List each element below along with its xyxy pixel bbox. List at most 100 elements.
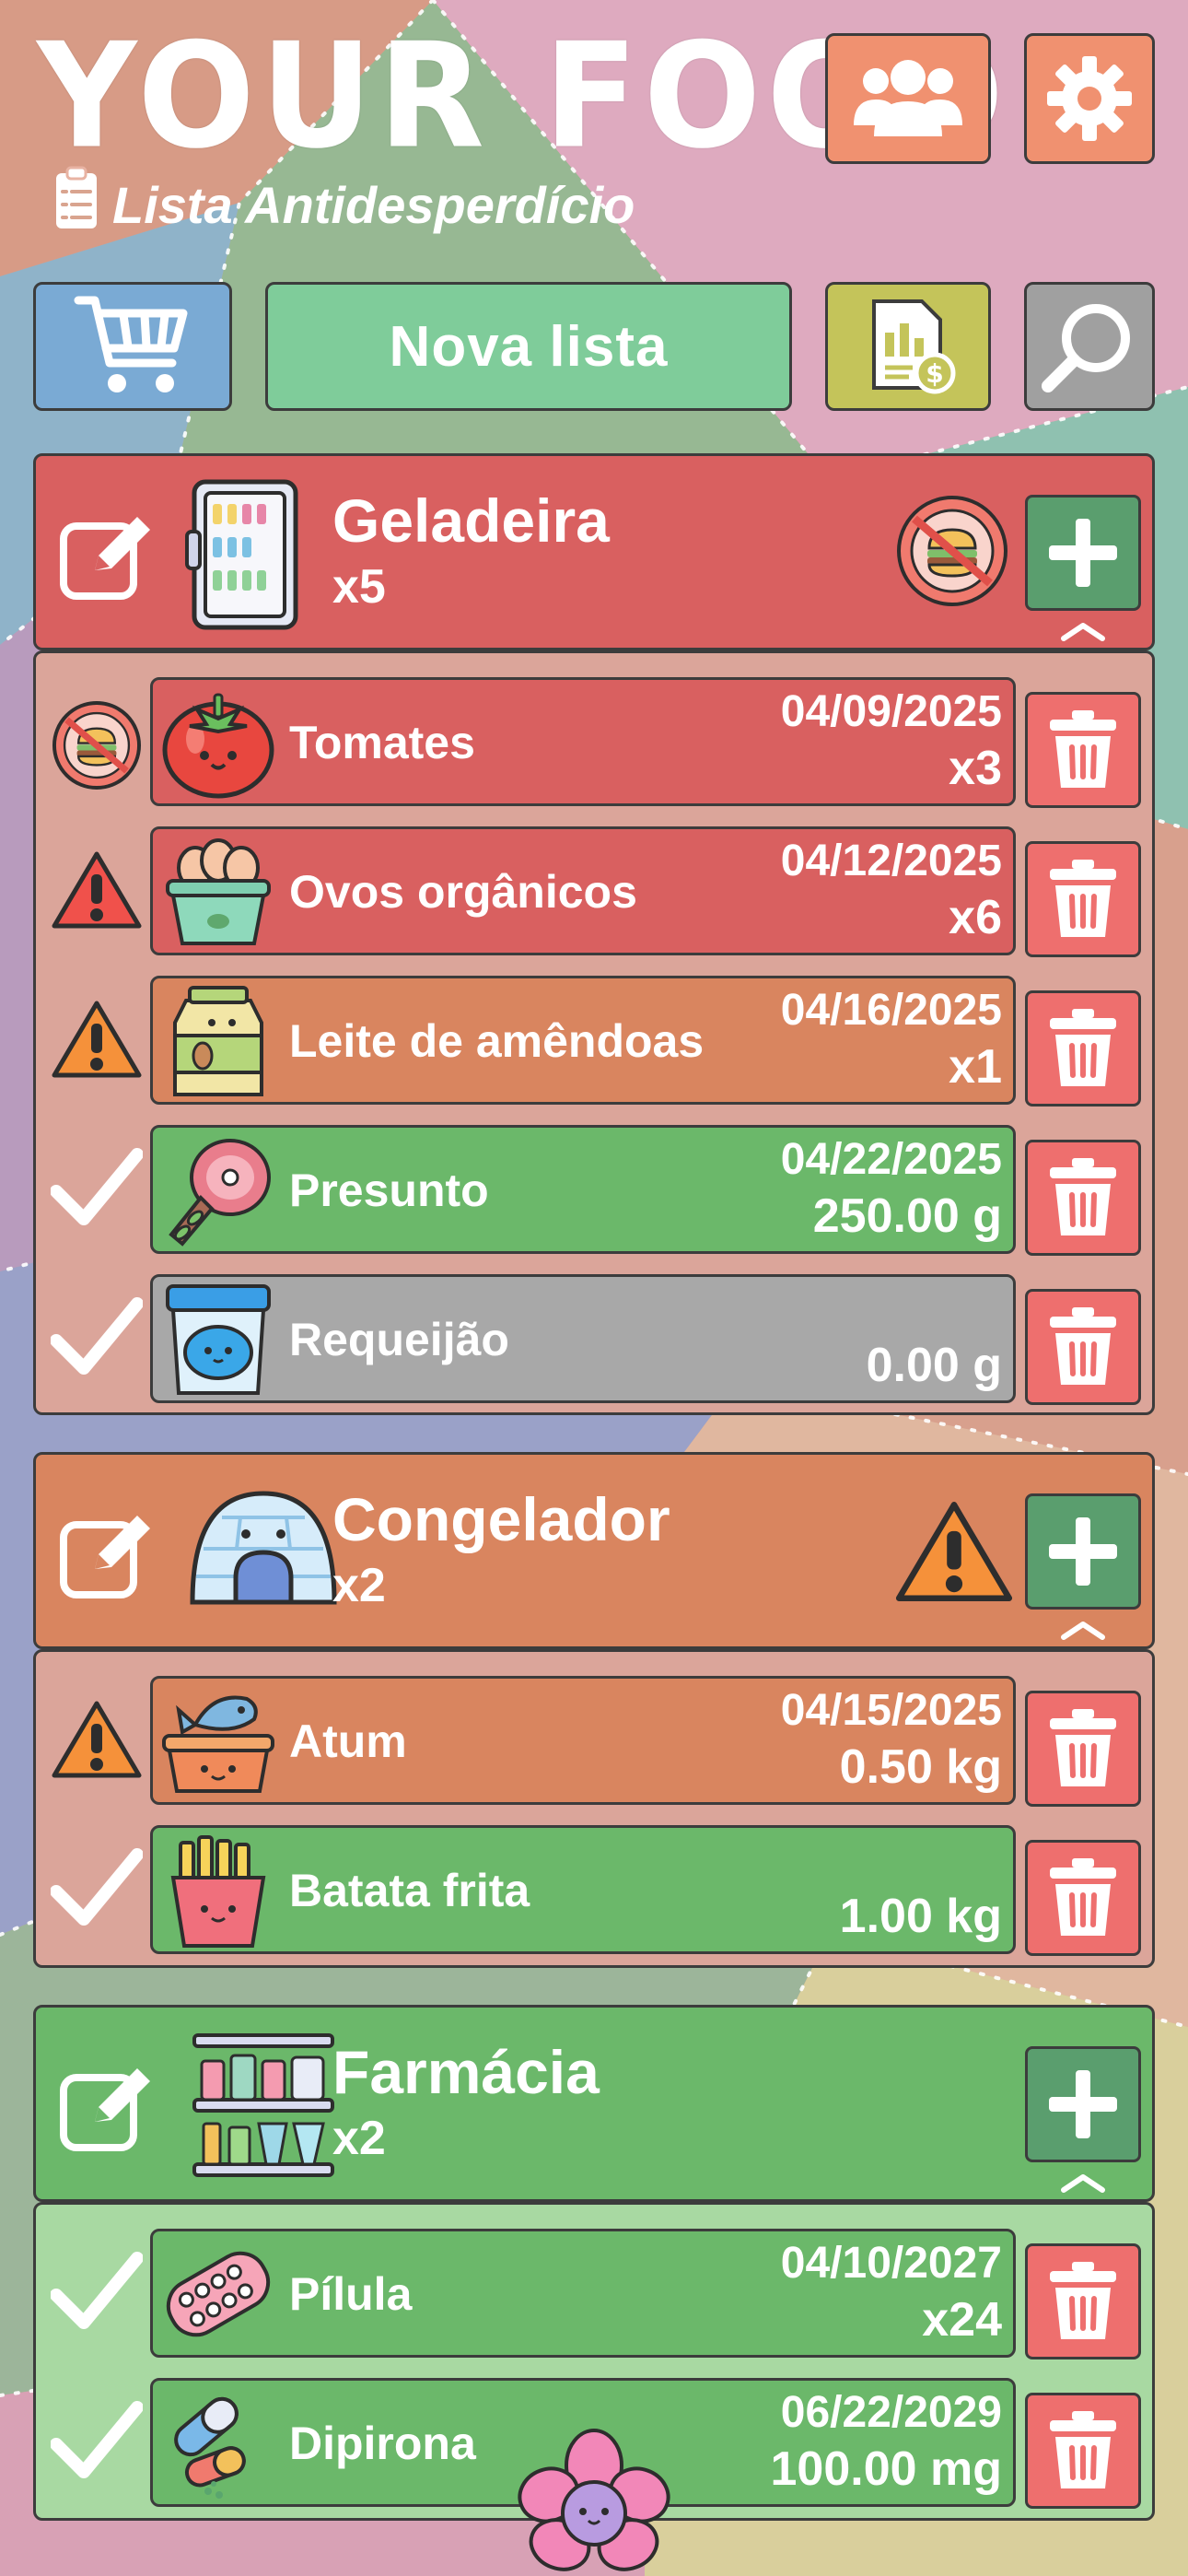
item-date: 04/16/2025 [780,986,1002,1035]
item-card[interactable]: Pílula 04/10/2027 x24 [150,2229,1016,2358]
list-item: Pílula 04/10/2027 x24 [36,2223,1158,2359]
item-card[interactable]: Requeijão 0.00 g [150,1274,1016,1403]
eggs-basket-icon [158,833,278,955]
edit-section-button[interactable] [58,509,159,606]
item-date: 06/22/2029 [780,2388,1002,2437]
trash-icon [1050,860,1116,937]
collapse-button[interactable] [1060,1621,1106,1645]
item-quantity: 0.00 g [866,1339,1002,1392]
checkmark-icon [50,2251,144,2338]
item-card[interactable]: Presunto 04/22/2025 250.00 g [150,1125,1016,1254]
search-icon [1042,304,1130,392]
chevron-up-icon [1061,623,1105,641]
checkmark-icon [50,1296,144,1384]
checkmark-icon [50,1147,144,1235]
delete-item-button[interactable] [1025,692,1141,808]
item-card[interactable]: Ovos orgânicos 04/12/2025 x6 [150,826,1016,955]
edit-section-button[interactable] [58,1508,159,1605]
item-name: Ovos orgânicos [289,866,637,918]
list-item: Requeijão 0.00 g [36,1269,1158,1405]
fridge-icon [185,476,305,638]
section-header-farmacia: Farmácia x2 [33,2005,1155,2202]
item-name: Pílula [289,2268,413,2320]
plus-icon [1049,2070,1117,2138]
new-list-button[interactable]: Nova lista [265,282,792,411]
item-card[interactable]: Batata frita 1.00 kg [150,1825,1016,1954]
section-items-geladeira: Tomates 04/09/2025 x3 Ovos orgânicos 04/… [33,650,1155,1415]
item-quantity: x3 [949,742,1002,795]
milk-carton-icon [158,982,278,1105]
chevron-up-icon [1061,2174,1105,2193]
edit-icon [60,517,150,600]
item-card[interactable]: Tomates 04/09/2025 x3 [150,677,1016,806]
checkmark-icon [50,1847,144,1935]
add-item-button[interactable] [1025,495,1141,611]
item-card[interactable]: Leite de amêndoas 04/16/2025 x1 [150,976,1016,1105]
no-food-icon [894,493,1010,614]
section-items-congelador: Atum 04/15/2025 0.50 kg Batata frita 1.0… [33,1649,1155,1968]
warning-icon [51,1698,143,1786]
pharmacy-shelf-icon [185,2028,342,2189]
trash-icon [1050,1158,1116,1235]
list-item: Ovos orgânicos 04/12/2025 x6 [36,821,1158,957]
plus-icon [1049,1517,1117,1586]
trash-icon [1050,1709,1116,1786]
delete-item-button[interactable] [1025,1691,1141,1807]
item-name: Leite de amêndoas [289,1015,705,1067]
flower-mascot-icon [514,2429,674,2576]
edit-section-button[interactable] [58,2061,159,2158]
delete-item-button[interactable] [1025,841,1141,957]
section-count: x2 [332,2112,386,2165]
gear-icon [1047,56,1132,141]
warning-icon [51,998,143,1085]
add-item-button[interactable] [1025,2046,1141,2162]
tuna-can-icon [158,1682,278,1805]
item-name: Dipirona [289,2418,476,2469]
delete-item-button[interactable] [1025,2393,1141,2509]
settings-button[interactable] [1024,33,1155,164]
pill-blister-icon [158,2235,278,2358]
no-food-icon [51,699,143,796]
users-button[interactable] [825,33,991,164]
search-button[interactable] [1024,282,1155,411]
app-subtitle: Lista Antidesperdício [112,176,635,234]
warning-icon [51,849,143,936]
french-fries-icon [158,1832,278,1954]
collapse-button[interactable] [1060,2173,1106,2198]
delete-item-button[interactable] [1025,1289,1141,1405]
item-card[interactable]: Atum 04/15/2025 0.50 kg [150,1676,1016,1805]
trash-icon [1050,1307,1116,1385]
delete-item-button[interactable] [1025,1140,1141,1256]
section-name: Geladeira [332,486,610,555]
add-item-button[interactable] [1025,1493,1141,1610]
item-date: 04/22/2025 [780,1135,1002,1184]
delete-item-button[interactable] [1025,2243,1141,2359]
edit-icon [60,2068,150,2151]
report-button[interactable]: $ [825,282,991,411]
list-item: Tomates 04/09/2025 x3 [36,672,1158,808]
delete-item-button[interactable] [1025,990,1141,1107]
section-header-congelador: Congelador x2 [33,1452,1155,1649]
section-name: Congelador [332,1485,670,1553]
collapse-button[interactable] [1060,622,1106,647]
item-name: Tomates [289,717,475,768]
delete-item-button[interactable] [1025,1840,1141,1956]
cart-button[interactable] [33,282,232,411]
capsules-icon [158,2384,278,2507]
users-icon [854,60,962,136]
trash-icon [1050,2411,1116,2488]
svg-text:$: $ [926,358,943,389]
trash-icon [1050,1009,1116,1086]
item-name: Batata frita [289,1865,530,1916]
section-count: x5 [332,560,386,614]
item-date: 04/15/2025 [780,1686,1002,1735]
plus-icon [1049,519,1117,587]
ham-icon [158,1131,278,1254]
item-quantity: 0.50 kg [839,1740,1002,1794]
chevron-up-icon [1061,1622,1105,1640]
item-quantity: 100.00 mg [770,2442,1003,2496]
item-name: Requeijão [289,1314,509,1365]
warning-icon [894,1497,1014,1610]
checkmark-icon [50,2400,144,2488]
item-date: 04/09/2025 [780,687,1002,736]
